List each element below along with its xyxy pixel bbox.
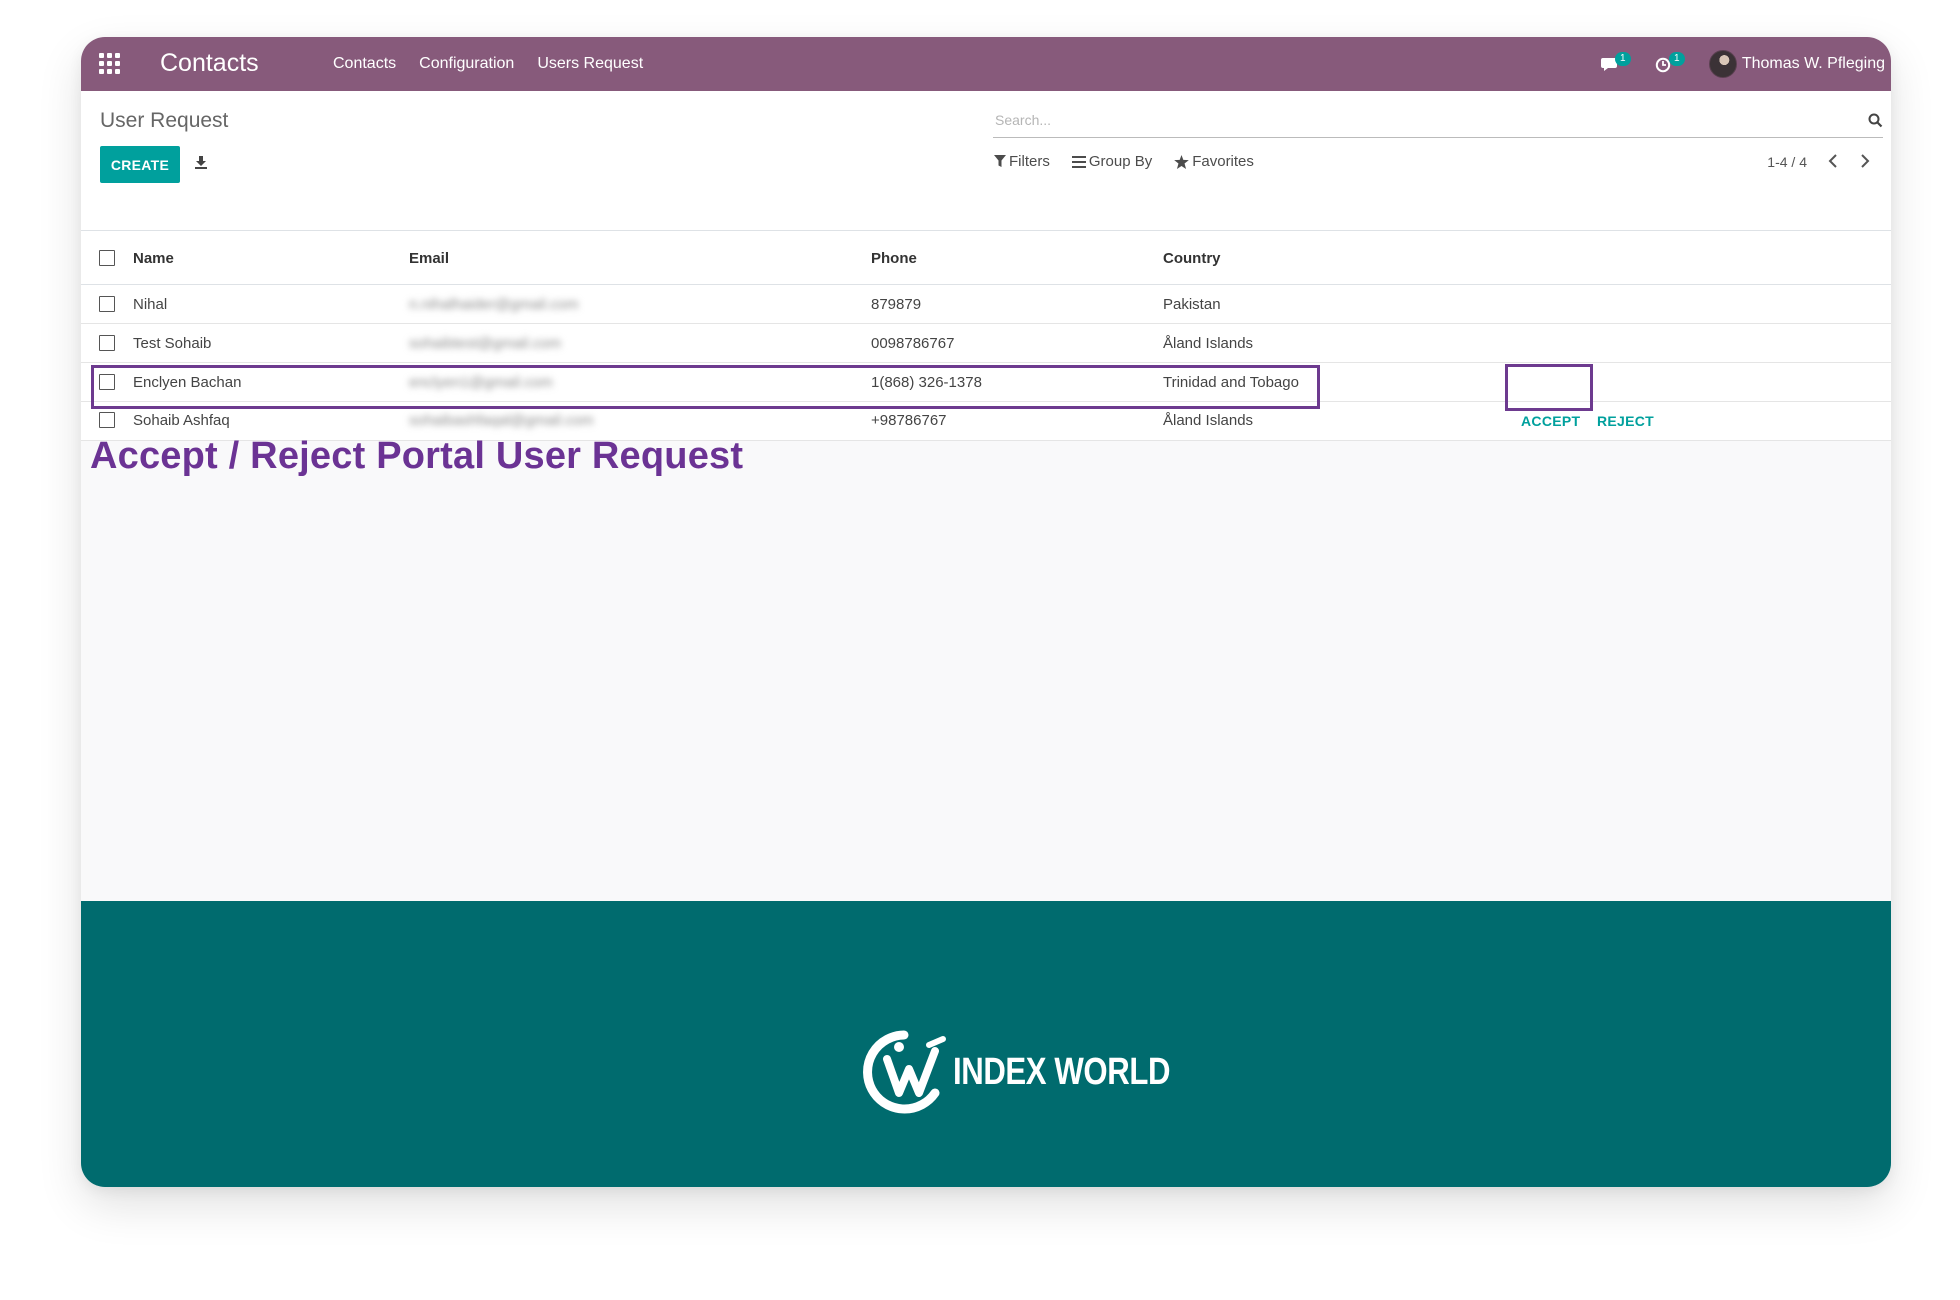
- cell-email: sohaibtest@gmail.com: [409, 335, 561, 352]
- column-phone[interactable]: Phone: [871, 250, 917, 267]
- cell-phone: 0098786767: [871, 335, 955, 352]
- cell-phone: +98786767: [871, 412, 947, 429]
- avatar: [1708, 50, 1737, 78]
- row-checkbox[interactable]: [99, 335, 115, 351]
- logo-text: INDEX WORLD: [953, 1050, 1171, 1093]
- favorites-label: Favorites: [1192, 153, 1254, 170]
- footer-banner: INDEX WORLD: [81, 901, 1891, 1187]
- create-button[interactable]: CREATE: [100, 146, 180, 183]
- user-name: Thomas W. Pfleging: [1741, 55, 1885, 72]
- column-name[interactable]: Name: [133, 250, 174, 267]
- chevron-right-icon[interactable]: [1859, 153, 1871, 169]
- cell-name: Sohaib Ashfaq: [133, 412, 230, 429]
- favorites-button[interactable]: Favorites: [1174, 153, 1254, 170]
- cell-email: enclyen1@gmail.com: [409, 374, 553, 391]
- index-world-logo: INDEX WORLD: [859, 1027, 1218, 1117]
- download-icon[interactable]: [194, 155, 208, 169]
- row-checkbox[interactable]: [99, 296, 115, 312]
- table-row[interactable]: Test Sohaib sohaibtest@gmail.com 0098786…: [81, 324, 1891, 363]
- systray: 1 1 Thomas W. Pfleging: [1600, 37, 1891, 91]
- group-by-button[interactable]: Group By: [1071, 153, 1153, 170]
- cell-email: sohaibashfaqal@gmail.com: [409, 412, 594, 429]
- list-icon: [1071, 155, 1086, 168]
- promo-title: Accept / Reject Portal User Request: [90, 435, 744, 477]
- table-row[interactable]: Enclyen Bachan enclyen1@gmail.com 1(868)…: [81, 363, 1891, 402]
- cell-name: Nihal: [133, 296, 168, 313]
- row-checkbox[interactable]: [99, 412, 115, 428]
- cell-country: Åland Islands: [1163, 412, 1254, 429]
- chevron-left-icon[interactable]: [1827, 153, 1839, 169]
- cell-name: Test Sohaib: [133, 335, 212, 352]
- star-icon: [1174, 154, 1190, 169]
- cell-country: Trinidad and Tobago: [1163, 374, 1299, 391]
- messages-button[interactable]: 1: [1600, 52, 1631, 75]
- filters-label: Filters: [1009, 153, 1050, 170]
- row-checkbox[interactable]: [99, 374, 115, 390]
- activities-badge: 1: [1668, 52, 1685, 66]
- cell-name: Enclyen Bachan: [133, 374, 242, 391]
- app-window: Contacts Contacts Configuration Users Re…: [81, 37, 1891, 1187]
- breadcrumb: User Request: [100, 109, 229, 132]
- search-bar: [993, 104, 1883, 138]
- column-email[interactable]: Email: [409, 250, 449, 267]
- menu-item-contacts[interactable]: Contacts: [333, 55, 396, 73]
- app-brand[interactable]: Contacts: [160, 49, 259, 78]
- cell-phone: 879879: [871, 296, 922, 313]
- index-world-logo-icon: [863, 1030, 946, 1114]
- pager-value[interactable]: 1-4 / 4: [1767, 154, 1807, 170]
- search-input[interactable]: [993, 104, 1833, 136]
- menu-item-configuration[interactable]: Configuration: [419, 55, 514, 73]
- filters-button[interactable]: Filters: [994, 153, 1050, 170]
- accept-button[interactable]: ACCEPT: [1521, 413, 1580, 429]
- messages-badge: 1: [1614, 52, 1631, 66]
- cell-country: Åland Islands: [1163, 335, 1254, 352]
- search-icon[interactable]: [1868, 113, 1883, 128]
- user-menu[interactable]: Thomas W. Pfleging: [1708, 50, 1885, 78]
- cell-phone: 1(868) 326-1378: [871, 374, 982, 391]
- select-all-checkbox[interactable]: [99, 250, 115, 266]
- top-navbar: Contacts Contacts Configuration Users Re…: [81, 37, 1891, 91]
- cell-country: Pakistan: [1163, 296, 1221, 313]
- list-view: Name Email Phone Country Nihal n.nihalha…: [81, 231, 1891, 441]
- column-country[interactable]: Country: [1163, 250, 1221, 267]
- search-options: Filters Group By Favorites: [994, 153, 1276, 170]
- menu-item-users-request[interactable]: Users Request: [537, 55, 643, 73]
- table-row[interactable]: Nihal n.nihalhaider@gmail.com 879879 Pak…: [81, 285, 1891, 324]
- main-menu: Contacts Configuration Users Request: [333, 55, 666, 73]
- activities-button[interactable]: 1: [1655, 52, 1685, 75]
- control-panel: User Request CREATE Filters: [81, 91, 1891, 231]
- table-header: Name Email Phone Country: [81, 231, 1891, 285]
- cell-email: n.nihalhaider@gmail.com: [409, 296, 579, 313]
- group-by-label: Group By: [1088, 153, 1153, 170]
- filter-icon: [994, 155, 1006, 167]
- apps-menu-icon[interactable]: [99, 53, 121, 75]
- reject-button[interactable]: REJECT: [1597, 413, 1654, 429]
